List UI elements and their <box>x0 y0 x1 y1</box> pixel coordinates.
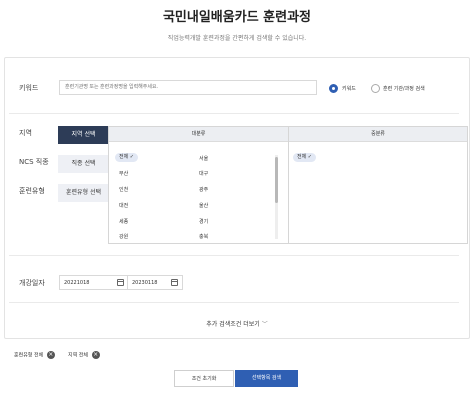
start-date-input[interactable]: 20221018 <box>59 275 129 290</box>
radio-keyword[interactable] <box>329 84 338 93</box>
start-date-value: 20221018 <box>64 280 90 286</box>
region-option[interactable]: 세종 <box>119 218 128 225</box>
check-icon: ✓ <box>129 154 134 160</box>
region-option[interactable]: 울산 <box>199 202 208 209</box>
subregion-option-all[interactable]: 전체 ✓ <box>293 153 316 162</box>
more-filters-toggle[interactable]: 추가 검색조건 더보기 ﹀ <box>5 319 469 328</box>
tab-job-select[interactable]: 직종 선택 <box>58 155 109 173</box>
region-option[interactable]: 광주 <box>199 186 208 193</box>
training-type-label: 훈련유형 <box>19 187 45 195</box>
column-divider <box>288 127 289 243</box>
more-filters-label: 추가 검색조건 더보기 <box>206 321 260 328</box>
filter-label: 지역 전체 <box>68 352 88 359</box>
search-panel: 키워드 키워드 훈련 기관/과정 검색 지역 NCS 직종 훈련유형 지역 선택… <box>4 57 470 339</box>
region-selector: 대분류 중분류 전체 ✓ 부산 인천 대전 세종 강원 서울 대구 광주 울산 … <box>108 126 468 244</box>
region-option[interactable]: 대전 <box>119 202 128 209</box>
chevron-down-icon: ﹀ <box>261 321 268 328</box>
region-option[interactable]: 인천 <box>119 186 128 193</box>
applied-filter-region: 지역 전체 × <box>68 351 100 359</box>
keyword-label: 키워드 <box>19 84 39 92</box>
scrollbar-thumb[interactable] <box>275 157 278 203</box>
divider <box>9 113 459 114</box>
radio-institution[interactable] <box>371 84 380 93</box>
region-option[interactable]: 강원 <box>119 233 128 240</box>
radio-institution-label: 훈련 기관/과정 검색 <box>383 86 425 92</box>
tab-region-select[interactable]: 지역 선택 <box>58 126 109 144</box>
page-title: 국민내일배움카드 훈련과정 <box>162 10 312 25</box>
ncs-label: NCS 직종 <box>19 158 49 166</box>
region-option[interactable]: 경기 <box>199 218 208 225</box>
region-option[interactable]: 대구 <box>199 170 208 177</box>
page-subtitle: 직업능력개발 훈련과정을 간편하게 검색할 수 있습니다. <box>167 35 307 42</box>
divider <box>9 302 459 303</box>
search-button[interactable]: 선택항목 검색 <box>235 370 298 387</box>
column-header-major: 대분류 <box>109 127 288 142</box>
subregion-option-label: 전체 <box>297 154 307 160</box>
region-label: 지역 <box>19 129 32 137</box>
column-header-minor: 중분류 <box>289 127 467 142</box>
period-label: 개강일자 <box>19 279 45 287</box>
radio-keyword-label: 키워드 <box>342 86 356 92</box>
region-option[interactable]: 충북 <box>199 233 208 240</box>
calendar-icon[interactable] <box>171 279 178 286</box>
keyword-input[interactable] <box>59 80 317 95</box>
applied-filter-training-type: 훈련유형 전체 × <box>14 351 55 359</box>
end-date-input[interactable]: 20230118 <box>127 275 183 290</box>
region-option-label: 전체 <box>119 154 129 160</box>
tab-training-type-select[interactable]: 훈련유형 선택 <box>58 184 109 202</box>
check-icon: ✓ <box>307 154 312 160</box>
reset-button[interactable]: 조건 초기화 <box>174 370 234 387</box>
close-icon[interactable]: × <box>46 351 55 359</box>
divider <box>9 255 459 256</box>
close-icon[interactable]: × <box>91 351 100 359</box>
end-date-value: 20230118 <box>132 280 158 286</box>
region-option[interactable]: 서울 <box>199 155 208 162</box>
region-option-all[interactable]: 전체 ✓ <box>115 153 138 162</box>
region-option[interactable]: 부산 <box>119 170 128 177</box>
filter-label: 훈련유형 전체 <box>14 352 44 359</box>
calendar-icon[interactable] <box>117 279 124 286</box>
